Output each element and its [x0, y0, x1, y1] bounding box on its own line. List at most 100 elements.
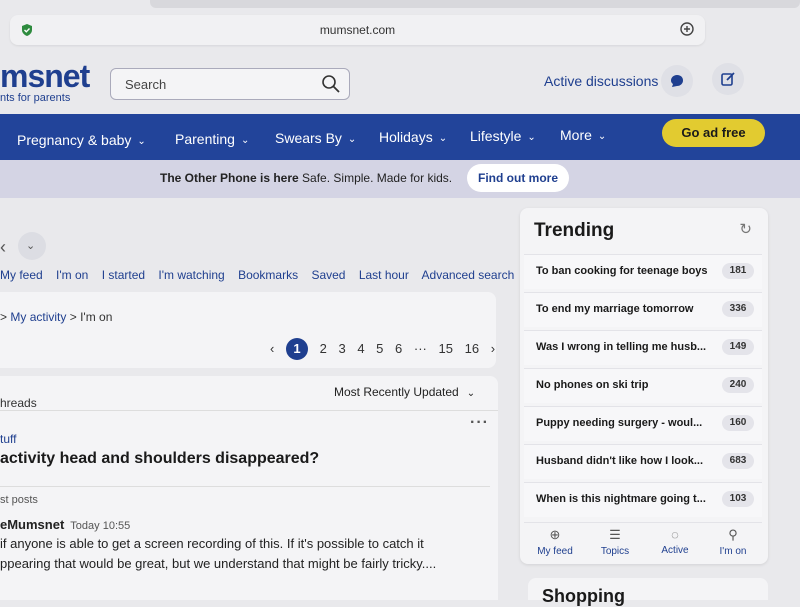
breadcrumb-my-activity[interactable]: My activity	[10, 310, 66, 324]
chevron-down-icon: ⌄	[240, 135, 250, 146]
post-time: Today 10:55	[70, 520, 131, 532]
reply-count-badge: 149	[722, 339, 754, 355]
pin-icon: ⚲	[728, 527, 738, 542]
trending-item[interactable]: Puppy needing surgery - woul... 160	[524, 406, 762, 441]
edit-icon	[721, 72, 735, 86]
trending-item[interactable]: To ban cooking for teenage boys 181	[524, 254, 762, 289]
nav-more[interactable]: More ⌄	[560, 127, 606, 143]
page-link[interactable]: 16	[465, 341, 479, 356]
tab-my-feed[interactable]: ⊕ My feed	[526, 527, 584, 557]
tab-last-hour[interactable]: Last hour	[359, 268, 409, 282]
page-ellipsis: ···	[413, 341, 427, 356]
back-chevron-icon[interactable]: ‹	[0, 237, 6, 258]
divider	[0, 486, 490, 487]
tab-im-on[interactable]: ⚲ I'm on	[704, 527, 762, 557]
chevron-down-icon: ⌄	[347, 134, 357, 145]
nav-parenting[interactable]: Parenting ⌄	[175, 131, 249, 147]
trending-item[interactable]: Was I wrong in telling me husb... 149	[524, 330, 762, 365]
promo-text: The Other Phone is here Safe. Simple. Ma…	[160, 171, 453, 185]
page-link[interactable]: 2	[320, 341, 327, 356]
active-discussions-link[interactable]: Active discussions	[544, 73, 658, 89]
breadcrumb-panel: > My activity > I'm on ‹ 1 2 3 4 5 6 ···…	[0, 292, 496, 368]
browser-tab-strip	[150, 0, 800, 8]
trending-item[interactable]: Husband didn't like how I look... 683	[524, 444, 762, 479]
tab-i-started[interactable]: I started	[102, 268, 145, 282]
feed-dropdown-button[interactable]: ⌄	[18, 232, 46, 260]
reply-count-badge: 240	[722, 377, 754, 393]
page-current[interactable]: 1	[285, 338, 308, 360]
site-logo[interactable]: msnet	[0, 58, 90, 95]
post-author: eMumsnet Today 10:55	[0, 517, 131, 532]
tab-topics[interactable]: ☰ Topics	[586, 527, 644, 557]
reply-count-badge: 336	[722, 301, 754, 317]
page-link[interactable]: 6	[395, 341, 402, 356]
refresh-icon[interactable]: ↻	[739, 220, 752, 238]
tab-saved[interactable]: Saved	[311, 268, 345, 282]
nav-swears-by[interactable]: Swears By ⌄	[275, 130, 356, 146]
chat-bubble-icon: ◌	[671, 527, 679, 542]
url-domain: mumsnet.com	[319, 23, 396, 37]
site-tagline: nts for parents	[0, 92, 71, 104]
list-icon: ☰	[609, 527, 621, 542]
trending-tabs: ⊕ My feed ☰ Topics ◌ Active ⚲ I'm on	[524, 522, 762, 563]
go-ad-free-button[interactable]: Go ad free	[662, 119, 765, 147]
trending-item[interactable]: When is this nightmare going t... 103	[524, 482, 762, 517]
address-bar[interactable]: mumsnet.com	[10, 15, 705, 45]
chat-bubble-icon	[671, 75, 683, 87]
feed-tabs: My feed I'm on I started I'm watching Bo…	[0, 268, 524, 282]
extension-icon[interactable]	[679, 21, 695, 37]
breadcrumb-current: I'm on	[80, 310, 113, 324]
plus-bubble-icon: ⊕	[549, 527, 561, 542]
breadcrumb: > My activity > I'm on	[0, 310, 113, 324]
trending-item[interactable]: To end my marriage tomorrow 336	[524, 292, 762, 327]
shopping-title: Shopping	[542, 586, 625, 606]
trending-panel: Trending ↻ To ban cooking for teenage bo…	[520, 208, 768, 564]
search-icon[interactable]	[321, 74, 341, 94]
reply-count-badge: 103	[722, 491, 754, 507]
nav-holidays[interactable]: Holidays ⌄	[379, 129, 447, 145]
thread-title[interactable]: activity head and shoulders disappeared?	[0, 450, 319, 468]
tab-my-feed[interactable]: My feed	[0, 268, 43, 282]
find-out-more-button[interactable]: Find out more	[467, 164, 569, 192]
tab-im-on[interactable]: I'm on	[56, 268, 88, 282]
chevron-down-icon: ⌄	[527, 132, 536, 143]
promo-banner: The Other Phone is here Safe. Simple. Ma…	[0, 160, 800, 198]
reply-count-badge: 160	[722, 415, 754, 431]
next-page-icon[interactable]: ›	[491, 341, 495, 356]
thread-list: Most Recently Updated ⌄ hreads ··· tuff a…	[0, 376, 498, 600]
thread-topic[interactable]: tuff	[0, 432, 16, 446]
chevron-down-icon: ⌄	[137, 136, 146, 147]
latest-posts-label: st posts	[0, 494, 38, 506]
chevron-down-icon: ⌄	[438, 133, 448, 144]
more-options-icon[interactable]: ···	[470, 414, 489, 432]
shopping-panel: Shopping	[528, 578, 768, 606]
page-link[interactable]: 3	[338, 341, 345, 356]
trending-item[interactable]: No phones on ski trip 240	[524, 368, 762, 403]
chevron-down-icon: ⌄	[26, 240, 36, 252]
post-body: ppearing that would be great, but we und…	[0, 556, 437, 571]
tab-advanced-search[interactable]: Advanced search	[422, 268, 515, 282]
main-nav: Pregnancy & baby ⌄ Parenting ⌄ Swears By ⌄ …	[0, 114, 800, 160]
page-link[interactable]: 15	[439, 341, 453, 356]
page-link[interactable]: 4	[357, 341, 364, 356]
compose-button[interactable]	[712, 63, 744, 95]
nav-lifestyle[interactable]: Lifestyle ⌄	[470, 128, 536, 144]
chat-button[interactable]	[661, 65, 693, 97]
page-link[interactable]: 5	[376, 341, 383, 356]
divider	[0, 410, 498, 411]
post-body: if anyone is able to get a screen record…	[0, 536, 424, 551]
search-input[interactable]: Search	[110, 68, 350, 100]
chevron-down-icon: ⌄	[597, 131, 607, 142]
tab-active[interactable]: ◌ Active	[646, 527, 704, 556]
trending-title: Trending	[534, 220, 615, 241]
chevron-down-icon: ⌄	[466, 388, 476, 399]
tab-bookmarks[interactable]: Bookmarks	[238, 268, 298, 282]
prev-page-icon[interactable]: ‹	[270, 341, 274, 356]
nav-pregnancy-baby[interactable]: Pregnancy & baby ⌄	[17, 132, 146, 148]
search-placeholder: Search	[125, 77, 167, 92]
pagination: ‹ 1 2 3 4 5 6 ··· 15 16 ›	[270, 338, 503, 360]
sort-dropdown[interactable]: Most Recently Updated ⌄	[334, 385, 475, 399]
threads-label: hreads	[0, 396, 37, 410]
tab-im-watching[interactable]: I'm watching	[158, 268, 224, 282]
reply-count-badge: 181	[722, 263, 754, 279]
